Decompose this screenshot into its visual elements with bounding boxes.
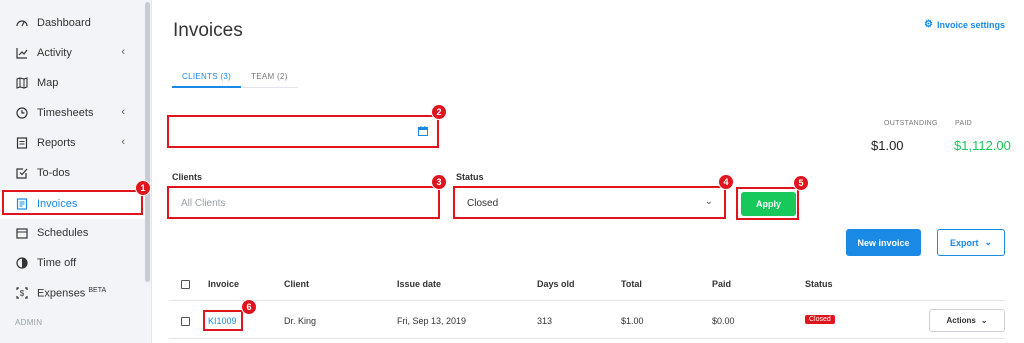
export-button[interactable]: Export ⌄ [937, 229, 1005, 256]
export-label: Export [949, 237, 979, 248]
column-header-paid[interactable]: Paid [712, 279, 731, 289]
annotation-number-1: 1 [135, 180, 151, 196]
sidebar-item-label: Map [37, 77, 59, 89]
column-header-issue-date[interactable]: Issue date [397, 279, 441, 289]
table-header-divider [169, 300, 1005, 301]
client-cell: Dr. King [284, 316, 317, 326]
sidebar-item-todos[interactable]: To-dos [0, 158, 145, 188]
sidebar-item-schedules[interactable]: Schedules [0, 218, 145, 248]
tabs: CLIENTS (3) TEAM (2) [172, 68, 298, 88]
sidebar-item-expenses[interactable]: $ Expenses BETA [0, 278, 145, 308]
column-header-days-old[interactable]: Days old [537, 279, 575, 289]
tab-clients[interactable]: CLIENTS (3) [172, 68, 242, 88]
svg-text:$: $ [20, 289, 25, 298]
annotation-number-6: 6 [241, 299, 257, 315]
page-title: Invoices [173, 20, 243, 41]
actions-label: Actions [946, 316, 976, 325]
days-old-cell: 313 [537, 316, 553, 326]
sidebar-item-label: Reports [37, 137, 76, 149]
row-checkbox[interactable] [181, 317, 190, 326]
sidebar-item-label: Activity [37, 47, 72, 59]
sidebar-item-activity[interactable]: Activity ‹ [0, 38, 145, 68]
chevron-left-icon: ‹ [121, 46, 125, 58]
annotation-number-2: 2 [431, 104, 447, 120]
outstanding-label: OUTSTANDING [884, 120, 938, 127]
map-icon [15, 76, 29, 90]
time-off-icon [15, 256, 29, 270]
sidebar-item-dashboard[interactable]: Dashboard [0, 8, 145, 38]
issue-date-cell: Fri, Sep 13, 2019 [397, 316, 467, 326]
annotation-box-5 [736, 187, 799, 220]
gear-icon: ⚙ [924, 19, 933, 30]
beta-badge: BETA [88, 286, 107, 294]
paid-cell: $0.00 [712, 316, 735, 326]
clients-label: Clients [172, 172, 203, 182]
sidebar: Dashboard Activity ‹ Map Timesheets ‹ Re… [0, 0, 152, 343]
sidebar-item-label: Timesheets [37, 107, 94, 119]
checkbox-icon [15, 166, 29, 180]
paid-label: PAID [955, 120, 973, 127]
table-row-divider [169, 338, 1005, 339]
actions-dropdown-button[interactable]: Actions ⌄ [929, 309, 1005, 332]
sidebar-section-admin: ADMIN [15, 318, 43, 327]
column-header-total[interactable]: Total [621, 279, 642, 289]
sidebar-item-label: Schedules [37, 227, 89, 239]
column-header-status[interactable]: Status [805, 279, 833, 289]
sidebar-scrollbar[interactable] [145, 2, 150, 282]
sidebar-item-timesheets[interactable]: Timesheets ‹ [0, 98, 145, 128]
sidebar-item-label: To-dos [37, 167, 71, 179]
clock-icon [15, 106, 29, 120]
status-badge: Closed [805, 315, 835, 324]
annotation-number-5: 5 [793, 175, 809, 191]
sidebar-item-label: Time off [37, 257, 77, 269]
sidebar-item-label: Expenses BETA [37, 287, 106, 300]
new-invoice-button[interactable]: New invoice [846, 229, 921, 256]
status-label: Status [456, 172, 484, 182]
total-cell: $1.00 [621, 316, 644, 326]
expenses-icon: $ [15, 286, 29, 300]
annotation-number-4: 4 [718, 174, 734, 190]
chevron-down-icon: ⌄ [980, 316, 988, 325]
outstanding-value: $1.00 [871, 138, 904, 153]
annotation-box-2 [167, 115, 439, 148]
annotation-box-1 [2, 190, 143, 215]
column-header-invoice[interactable]: Invoice [208, 279, 239, 289]
paid-value: $1,112.00 [954, 138, 1011, 153]
annotation-box-4 [453, 186, 726, 219]
invoice-settings-label: Invoice settings [936, 19, 1005, 30]
column-header-client[interactable]: Client [284, 279, 309, 289]
expenses-label: Expenses [37, 287, 86, 300]
sidebar-item-reports[interactable]: Reports ‹ [0, 128, 145, 158]
sidebar-item-map[interactable]: Map [0, 68, 145, 98]
calendar-icon [15, 226, 29, 240]
activity-chart-icon [15, 46, 29, 60]
select-all-checkbox[interactable] [181, 280, 190, 289]
chevron-down-icon: ⌄ [984, 237, 993, 247]
chevron-left-icon: ‹ [121, 106, 125, 118]
annotation-number-3: 3 [431, 174, 447, 190]
report-icon [15, 136, 29, 150]
tab-team[interactable]: TEAM (2) [241, 68, 298, 88]
chevron-left-icon: ‹ [121, 136, 125, 148]
sidebar-item-time-off[interactable]: Time off [0, 248, 145, 278]
sidebar-item-label: Dashboard [37, 17, 91, 29]
invoice-settings-link[interactable]: ⚙ Invoice settings [924, 19, 1005, 30]
annotation-box-6 [203, 310, 243, 331]
annotation-box-3 [167, 186, 440, 219]
dashboard-icon [15, 16, 29, 30]
